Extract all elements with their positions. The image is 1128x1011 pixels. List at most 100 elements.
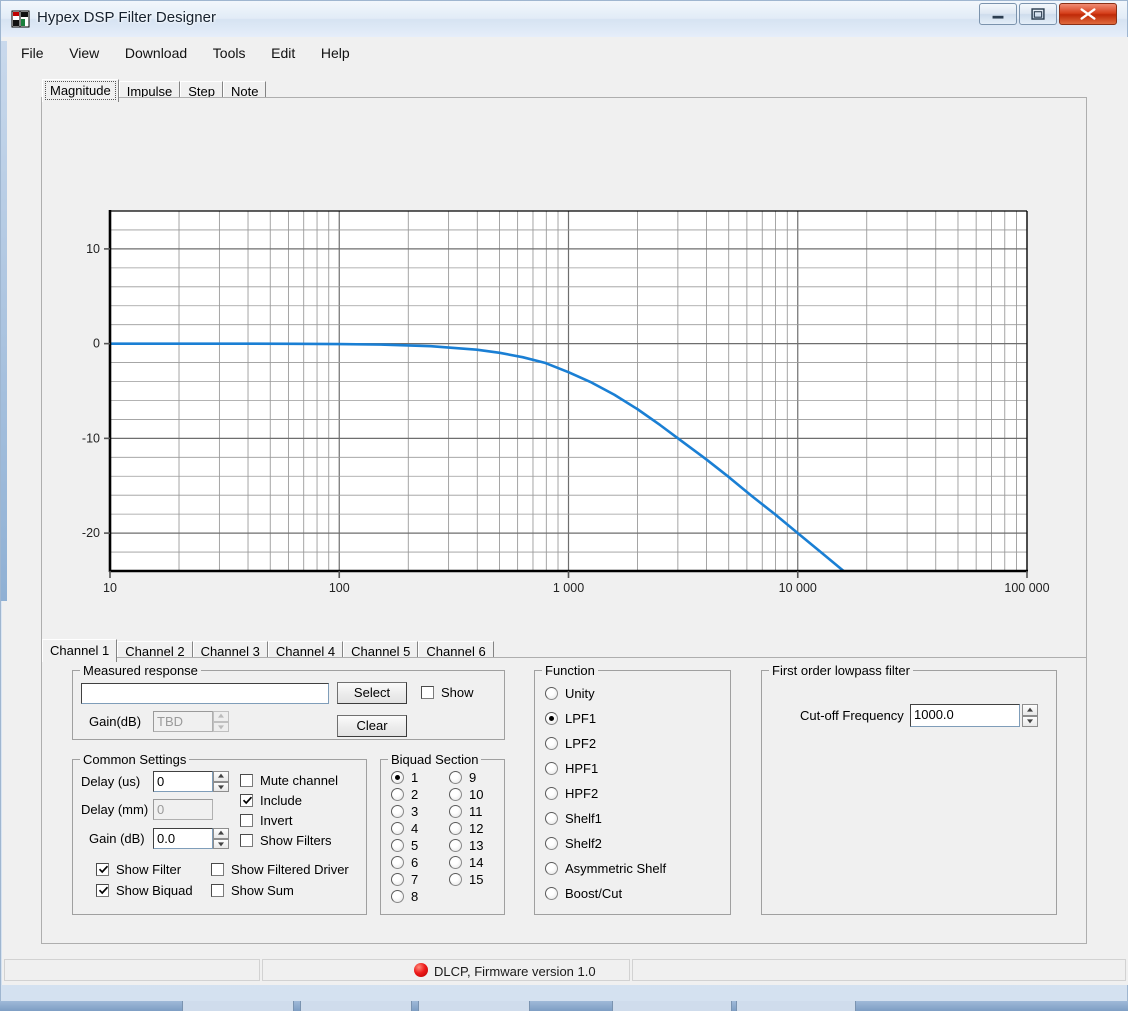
menu-view[interactable]: View [58,42,110,64]
common-settings-title: Common Settings [80,752,190,767]
delay-us-spinner[interactable] [213,771,229,792]
magnitude-chart-pane: 10 0 -10 -20 10 100 1 000 10 000 100 000 [41,97,1087,681]
filter-parameters-group: First order lowpass filter Cut-off Frequ… [761,663,1057,915]
include-checkbox[interactable] [240,794,253,807]
show-filter-checkbox[interactable] [96,863,109,876]
spinner-up-icon[interactable] [1022,704,1038,716]
biquad-radio-15[interactable] [449,873,462,886]
biquad-radio-8[interactable] [391,890,404,903]
function-radio-hpf2[interactable] [545,787,558,800]
svg-text:100: 100 [329,581,350,595]
biquad-radio-11[interactable] [449,805,462,818]
function-radio-hpf1[interactable] [545,762,558,775]
minimize-button[interactable] [979,3,1017,25]
function-radio-lpf1[interactable] [545,712,558,725]
function-radio-boost-cut[interactable] [545,887,558,900]
svg-text:-10: -10 [82,431,100,445]
measured-gain-label: Gain(dB) [89,714,142,729]
biquad-radio-13[interactable] [449,839,462,852]
function-radio-shelf2[interactable] [545,837,558,850]
menu-download[interactable]: Download [114,42,198,64]
spinner-down-icon[interactable] [213,781,229,792]
tab-channel-1[interactable]: Channel 1 [42,639,118,662]
biquad-section-title: Biquad Section [388,752,482,767]
tab-channel-1-label: Channel 1 [50,643,110,658]
spinner-up-icon[interactable] [213,771,229,782]
biquad-radio-12[interactable] [449,822,462,835]
show-sum-label: Show Sum [231,883,294,898]
mute-channel-label: Mute channel [260,773,339,788]
channel-settings-pane: Measured response Select Show Gain(dB) T… [41,657,1087,944]
menu-bar: File View Download Tools Edit Help [2,37,1128,68]
function-label-lpf2: LPF2 [565,736,597,751]
close-button[interactable] [1059,3,1117,25]
show-biquad-checkbox[interactable] [96,884,109,897]
application-window: Hypex DSP Filter Designer File View Down… [0,0,1128,1011]
focus-rect [45,81,116,100]
mute-channel-checkbox[interactable] [240,774,253,787]
biquad-label-12: 12 [469,821,484,836]
biquad-radio-14[interactable] [449,856,462,869]
show-measured-checkbox[interactable] [421,686,434,699]
show-filtered-driver-checkbox[interactable] [211,863,224,876]
svg-text:0: 0 [93,337,100,351]
app-icon [11,10,30,28]
gain-db-input[interactable]: 0.0 [153,828,213,849]
function-radio-shelf1[interactable] [545,812,558,825]
function-label-lpf1: LPF1 [565,711,597,726]
biquad-radio-10[interactable] [449,788,462,801]
biquad-label-5: 5 [411,838,419,853]
gain-db-spinner[interactable] [213,828,229,849]
svg-text:10: 10 [86,242,100,256]
biquad-radio-9[interactable] [449,771,462,784]
biquad-label-11: 11 [469,804,483,819]
biquad-radio-2[interactable] [391,788,404,801]
menu-edit[interactable]: Edit [260,42,306,64]
cutoff-frequency-input[interactable]: 1000.0 [910,704,1020,727]
menu-help[interactable]: Help [310,42,361,64]
show-filters-checkbox[interactable] [240,834,253,847]
radio-dot [549,716,554,721]
show-filter-label: Show Filter [116,862,182,877]
menu-file[interactable]: File [10,42,55,64]
select-button[interactable]: Select [337,682,407,704]
biquad-label-7: 7 [411,872,419,887]
window-title: Hypex DSP Filter Designer [37,9,216,26]
spinner-down-icon[interactable] [1022,715,1038,727]
maximize-button[interactable] [1019,3,1057,25]
clear-button[interactable]: Clear [337,715,407,737]
menu-tools[interactable]: Tools [202,42,257,64]
delay-us-input[interactable]: 0 [153,771,213,792]
function-radio-lpf2[interactable] [545,737,558,750]
biquad-label-4: 4 [411,821,419,836]
show-filtered-driver-label: Show Filtered Driver [231,862,349,877]
biquad-radio-5[interactable] [391,839,404,852]
cutoff-frequency-label: Cut-off Frequency [800,708,904,723]
measured-response-group: Measured response Select Show Gain(dB) T… [72,663,505,740]
magnitude-plot-svg: 100-10-2010 100 1 000 10 000 100 000 [82,210,1050,595]
function-radio-unity[interactable] [545,687,558,700]
measured-response-title: Measured response [80,663,201,678]
function-radio-asymmetric-shelf[interactable] [545,862,558,875]
biquad-radio-4[interactable] [391,822,404,835]
biquad-label-6: 6 [411,855,419,870]
tab-magnitude[interactable]: Magnitude [42,79,119,102]
biquad-radio-1[interactable] [391,771,404,784]
filter-parameters-title: First order lowpass filter [769,663,913,678]
biquad-radio-7[interactable] [391,873,404,886]
biquad-label-2: 2 [411,787,419,802]
spinner-up-icon[interactable] [213,828,229,839]
measured-response-path-input[interactable] [81,683,329,704]
biquad-label-1: 1 [411,770,419,785]
spinner-down-icon[interactable] [213,838,229,849]
invert-checkbox[interactable] [240,814,253,827]
show-sum-checkbox[interactable] [211,884,224,897]
function-label-boost-cut: Boost/Cut [565,886,623,901]
biquad-radio-6[interactable] [391,856,404,869]
firmware-version-text: DLCP, Firmware version 1.0 [434,964,596,979]
biquad-radio-3[interactable] [391,805,404,818]
biquad-label-10: 10 [469,787,484,802]
delay-mm-input: 0 [153,799,213,820]
cutoff-frequency-spinner[interactable] [1022,704,1038,727]
invert-label: Invert [260,813,293,828]
